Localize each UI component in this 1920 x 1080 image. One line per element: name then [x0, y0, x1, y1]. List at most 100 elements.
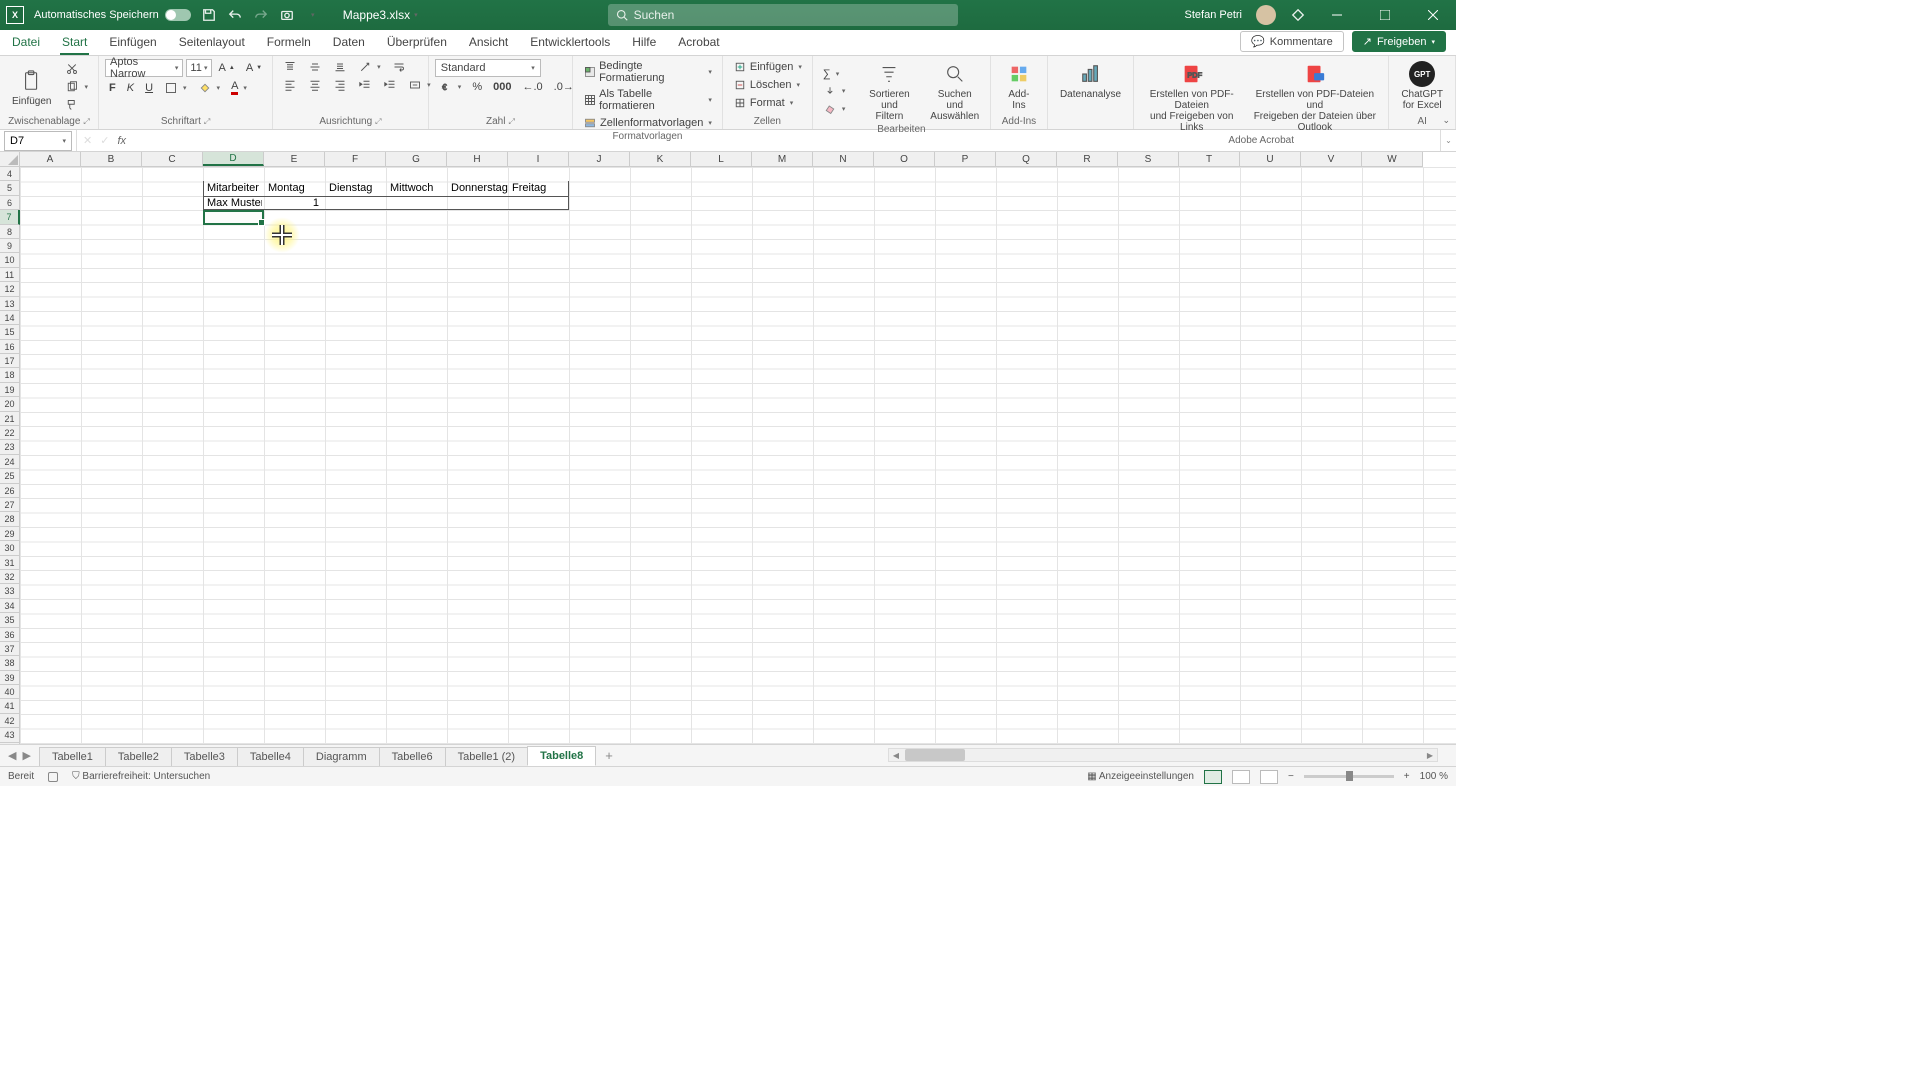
row-header[interactable]: 26 — [0, 484, 19, 498]
row-header[interactable]: 17 — [0, 354, 19, 368]
row-header[interactable]: 7 — [0, 210, 20, 224]
cell[interactable]: Mittwoch — [388, 181, 435, 195]
zoom-level[interactable]: 100 % — [1420, 771, 1448, 782]
display-settings-button[interactable]: ▦ Anzeigeeinstellungen — [1087, 771, 1194, 782]
cell-styles-button[interactable]: Zellenformatvorlagen — [579, 115, 716, 131]
add-sheet-button[interactable]: + — [595, 749, 623, 762]
cell[interactable]: Montag — [266, 181, 307, 195]
filename[interactable]: Mappe3.xlsx▾ — [343, 8, 418, 22]
row-headers[interactable]: 4567891011121314151617181920212223242526… — [0, 167, 20, 744]
autosave[interactable]: Automatisches Speichern — [34, 9, 191, 21]
increase-decimal-button[interactable]: ←.0 — [518, 80, 546, 94]
select-all-corner[interactable] — [0, 152, 20, 167]
row-header[interactable]: 4 — [0, 167, 19, 181]
sheet-tab[interactable]: Tabelle1 — [39, 747, 106, 766]
column-header[interactable]: C — [142, 152, 203, 166]
accept-formula-icon[interactable]: ✓ — [100, 134, 109, 147]
autosave-toggle[interactable] — [165, 9, 191, 21]
save-icon[interactable] — [201, 7, 217, 23]
cell[interactable]: Donnerstag — [449, 181, 510, 195]
bold-button[interactable]: F — [105, 81, 120, 95]
view-pagelayout-button[interactable] — [1232, 770, 1250, 784]
cancel-formula-icon[interactable]: ✕ — [83, 134, 92, 147]
accessibility-status[interactable]: ⛉ Barrierefreiheit: Untersuchen — [72, 771, 210, 782]
row-header[interactable]: 25 — [0, 469, 19, 483]
tab-daten[interactable]: Daten — [331, 31, 367, 55]
tab-ueberpruefen[interactable]: Überprüfen — [385, 31, 449, 55]
fx-icon[interactable]: fx — [117, 135, 126, 147]
comma-button[interactable]: 000 — [489, 80, 515, 94]
italic-button[interactable]: K — [123, 81, 138, 95]
row-header[interactable]: 5 — [0, 181, 19, 195]
wrap-text-button[interactable] — [388, 59, 410, 75]
row-header[interactable]: 36 — [0, 628, 19, 642]
column-header[interactable]: B — [81, 152, 142, 166]
fill-color-button[interactable] — [194, 80, 225, 96]
align-middle-button[interactable] — [304, 59, 326, 75]
chatgpt-button[interactable]: GPT ChatGPT for Excel — [1395, 59, 1449, 113]
currency-button[interactable]: € — [435, 79, 466, 95]
cell[interactable]: Mitarbeiter — [205, 181, 261, 195]
row-header[interactable]: 35 — [0, 613, 19, 627]
row-header[interactable]: 27 — [0, 498, 19, 512]
column-header[interactable]: O — [874, 152, 935, 166]
tab-ansicht[interactable]: Ansicht — [467, 31, 510, 55]
column-header[interactable]: F — [325, 152, 386, 166]
data-analysis-button[interactable]: Datenanalyse — [1054, 59, 1127, 102]
formula-bar-expand-icon[interactable]: ⌄ — [1440, 130, 1456, 151]
row-header[interactable]: 18 — [0, 368, 19, 382]
column-headers[interactable]: ABCDEFGHIJKLMNOPQRSTUVW — [20, 152, 1423, 167]
align-left-button[interactable] — [279, 77, 301, 93]
addins-button[interactable]: Add- Ins — [997, 59, 1041, 113]
delete-cells-button[interactable]: Löschen — [729, 77, 806, 93]
zoom-out-button[interactable]: − — [1288, 771, 1294, 782]
sheet-nav-prev-icon[interactable]: ◀ — [8, 749, 16, 762]
row-header[interactable]: 30 — [0, 541, 19, 555]
view-pagebreak-button[interactable] — [1260, 770, 1278, 784]
tab-entwicklertools[interactable]: Entwicklertools — [528, 31, 612, 55]
row-header[interactable]: 8 — [0, 225, 19, 239]
column-header[interactable]: J — [569, 152, 630, 166]
column-header[interactable]: E — [264, 152, 325, 166]
cell[interactable]: Dienstag — [327, 181, 374, 195]
user-avatar[interactable] — [1256, 5, 1276, 25]
cell[interactable]: Max Mustermann — [205, 196, 262, 210]
comments-button[interactable]: 💬 Kommentare — [1240, 31, 1344, 52]
zoom-slider[interactable] — [1304, 775, 1394, 778]
column-header[interactable]: G — [386, 152, 447, 166]
row-header[interactable]: 16 — [0, 340, 19, 354]
cut-button[interactable] — [61, 61, 92, 77]
row-header[interactable]: 14 — [0, 311, 19, 325]
sheet-tab[interactable]: Tabelle8 — [527, 746, 596, 766]
find-select-button[interactable]: Suchen und Auswählen — [926, 59, 984, 124]
sheet-tab[interactable]: Tabelle4 — [237, 747, 304, 766]
view-normal-button[interactable] — [1204, 770, 1222, 784]
row-header[interactable]: 37 — [0, 642, 19, 656]
tab-einfuegen[interactable]: Einfügen — [107, 31, 158, 55]
row-header[interactable]: 33 — [0, 584, 19, 598]
row-header[interactable]: 24 — [0, 455, 19, 469]
format-cells-button[interactable]: Format — [729, 95, 806, 111]
column-header[interactable]: W — [1362, 152, 1423, 166]
minimize-button[interactable] — [1320, 0, 1354, 30]
maximize-button[interactable] — [1368, 0, 1402, 30]
row-header[interactable]: 32 — [0, 570, 19, 584]
column-header[interactable]: R — [1057, 152, 1118, 166]
autosum-button[interactable]: ∑ — [819, 67, 850, 81]
redo-icon[interactable] — [253, 7, 269, 23]
column-header[interactable]: Q — [996, 152, 1057, 166]
align-top-button[interactable] — [279, 59, 301, 75]
tab-formeln[interactable]: Formeln — [265, 31, 313, 55]
copy-button[interactable] — [61, 79, 92, 95]
sheet-tab[interactable]: Tabelle2 — [105, 747, 172, 766]
conditional-formatting-button[interactable]: Bedingte Formatierung — [579, 59, 716, 85]
column-header[interactable]: N — [813, 152, 874, 166]
border-button[interactable] — [160, 80, 191, 96]
insert-cells-button[interactable]: Einfügen — [729, 59, 806, 75]
row-header[interactable]: 22 — [0, 426, 19, 440]
fill-button[interactable] — [819, 83, 850, 99]
username[interactable]: Stefan Petri — [1185, 9, 1242, 21]
tab-hilfe[interactable]: Hilfe — [630, 31, 658, 55]
column-header[interactable]: T — [1179, 152, 1240, 166]
font-name-select[interactable]: Aptos Narrow▾ — [105, 59, 183, 77]
